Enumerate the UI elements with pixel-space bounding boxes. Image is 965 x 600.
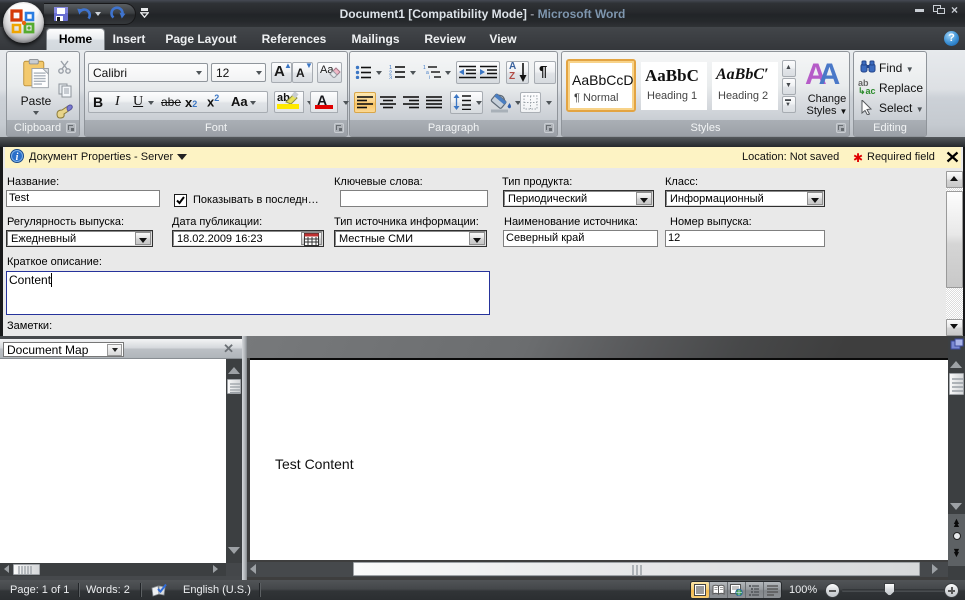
svg-text:i: i [16, 152, 19, 163]
svg-text:3: 3 [389, 76, 392, 80]
svg-text:i: i [429, 75, 430, 79]
